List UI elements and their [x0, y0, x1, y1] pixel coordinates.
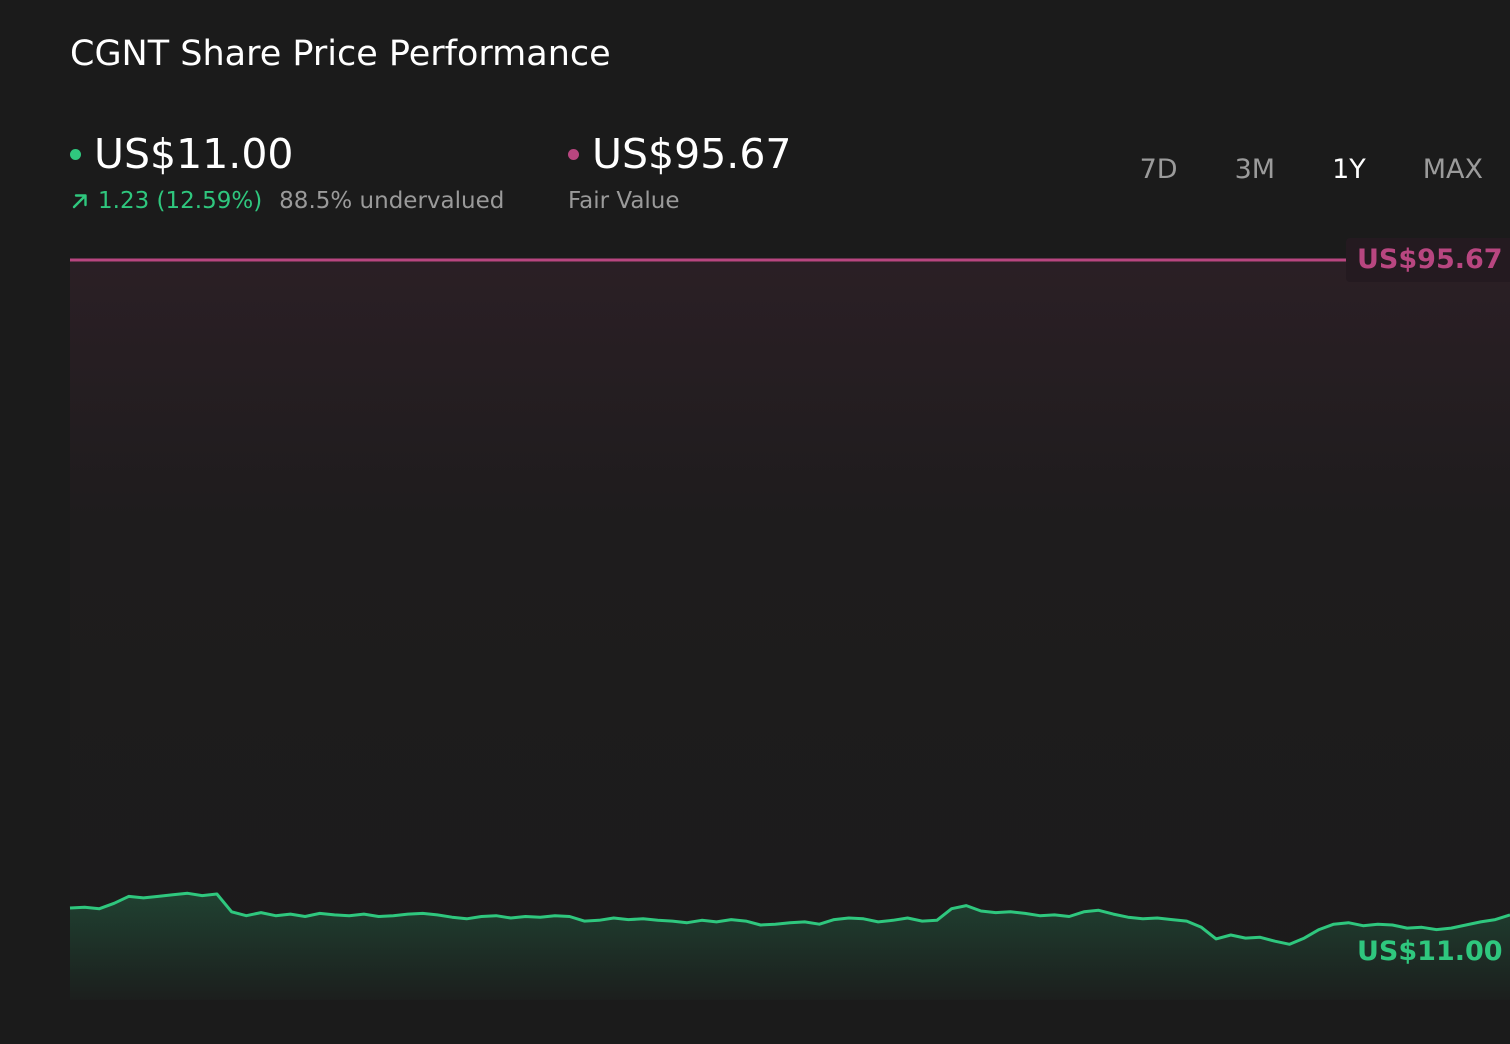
price-end-label: US$11.00 — [1357, 936, 1503, 967]
fair-value-line-label: US$95.67 — [1357, 244, 1503, 275]
price-chart: US$95.67 US$11.00 — [69, 238, 1510, 1000]
fair-value-zone — [70, 260, 1510, 1000]
